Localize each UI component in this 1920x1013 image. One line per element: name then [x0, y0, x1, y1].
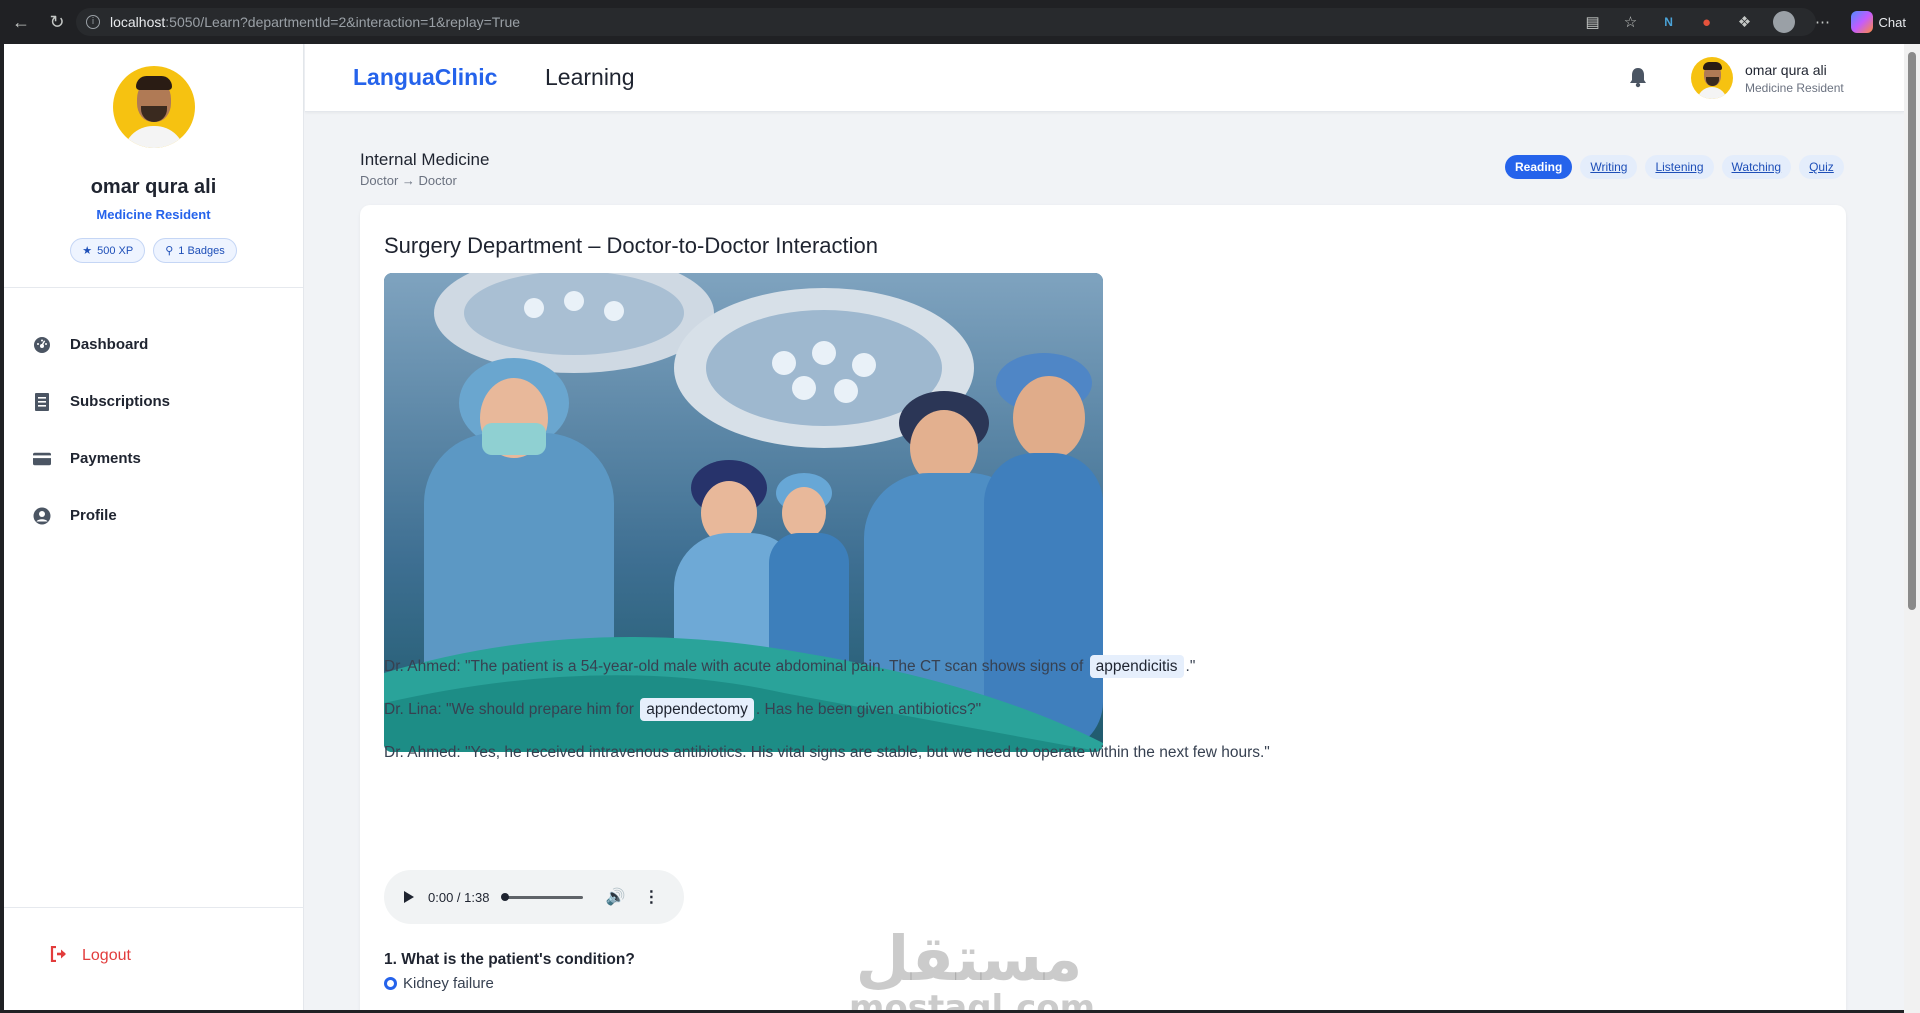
interaction-card: Surgery Department – Doctor-to-Doctor In…	[360, 205, 1846, 1010]
dialogue-line-3: Dr. Ahmed: "Yes, he received intravenous…	[384, 744, 1270, 762]
header-user-name: omar qura ali	[1745, 61, 1827, 78]
chat-label: Chat	[1878, 14, 1906, 30]
sidebar-item-profile[interactable]: Profile	[4, 487, 303, 544]
receipt-icon	[33, 392, 51, 411]
dialogue-line-1: Dr. Ahmed: "The patient is a 54-year-old…	[384, 655, 1196, 678]
url-host: localhost	[110, 14, 166, 30]
dialogue-line-2: Dr. Lina: "We should prepare him for app…	[384, 698, 982, 721]
main-content: Internal Medicine Doctor → Doctor Readin…	[305, 113, 1904, 1010]
vocab-term-appendectomy[interactable]: appendectomy	[640, 698, 754, 721]
watermark-arabic: مستقل	[855, 922, 1083, 995]
answer-option-label: Kidney failure	[403, 975, 494, 992]
sign-out-icon	[50, 945, 68, 967]
department-title: Internal Medicine	[360, 150, 490, 169]
bell-icon[interactable]	[1627, 66, 1649, 88]
url-text: localhost:5050/Learn?departmentId=2&inte…	[110, 14, 520, 30]
browser-toolbar: ← ↻ i localhost:5050/Learn?departmentId=…	[0, 0, 1920, 44]
sidebar-item-label: Dashboard	[70, 336, 149, 353]
scrollbar-thumb[interactable]	[1908, 52, 1916, 610]
tab-writing[interactable]: Writing	[1580, 155, 1638, 179]
avatar	[1691, 57, 1733, 99]
top-header: LanguaClinic Learning omar qura ali Medi…	[305, 44, 1904, 112]
page-viewport: omar qura ali Medicine Resident ★ 500 XP…	[4, 44, 1904, 1010]
header-user-role: Medicine Resident	[1745, 80, 1844, 95]
watermark: مستقل mostaql.com	[849, 922, 1096, 1011]
sidebar-user-role: Medicine Resident	[96, 207, 211, 222]
logout-label: Logout	[82, 947, 131, 964]
address-bar[interactable]: i localhost:5050/Learn?departmentId=2&in…	[76, 8, 1816, 36]
star-icon: ★	[82, 245, 93, 257]
dialogue-text: ."	[1185, 658, 1196, 675]
logout-button[interactable]: Logout	[4, 908, 304, 1004]
play-icon[interactable]	[404, 891, 414, 903]
breadcrumb: Doctor → Doctor	[360, 173, 457, 188]
chat-button[interactable]: Chat	[1850, 11, 1906, 33]
avatar	[112, 66, 195, 148]
badges-count-badge: ⚲ 1 Badges	[153, 238, 237, 263]
brand-logo[interactable]: LanguaClinic	[353, 64, 497, 91]
tab-listening[interactable]: Listening	[1645, 155, 1714, 179]
bookmark-star-icon[interactable]: ☆	[1621, 12, 1641, 32]
more-vertical-icon[interactable]: ⋮	[643, 887, 659, 907]
sidebar-item-payments[interactable]: Payments	[4, 430, 303, 487]
answer-option[interactable]: Kidney failure	[384, 975, 494, 992]
sidebar-item-label: Profile	[70, 507, 117, 524]
award-icon: ⚲	[165, 245, 174, 257]
back-icon[interactable]: ←	[6, 7, 36, 37]
sidebar: omar qura ali Medicine Resident ★ 500 XP…	[4, 44, 304, 1010]
user-circle-icon	[33, 507, 51, 525]
header-user-menu[interactable]: omar qura ali Medicine Resident	[1691, 57, 1844, 99]
dashboard-icon	[33, 336, 51, 354]
site-info-icon[interactable]: i	[86, 15, 100, 29]
badges-label: 1 Badges	[178, 244, 225, 257]
extension-dot-icon[interactable]: ●	[1697, 12, 1717, 32]
interaction-title: Surgery Department – Doctor-to-Doctor In…	[384, 233, 878, 258]
dialogue-text: Dr. Lina: "We should prepare him for	[384, 701, 634, 718]
quiz-question: 1. What is the patient's condition?	[384, 951, 635, 968]
skill-tabs: Reading Writing Listening Watching Quiz	[1505, 155, 1844, 179]
extension-n-icon[interactable]: N	[1659, 12, 1679, 32]
sidebar-menu: Dashboard Subscriptions Payments Profile	[4, 288, 303, 544]
watermark-latin: mostaql.com	[849, 988, 1096, 1010]
page-scrollbar[interactable]	[1904, 44, 1920, 1013]
xp-label: 500 XP	[97, 244, 134, 257]
reload-icon[interactable]: ↻	[42, 7, 72, 37]
sidebar-user-name: omar qura ali	[90, 176, 217, 198]
audio-seek-bar[interactable]	[501, 892, 584, 901]
dialogue-text: Dr. Ahmed: "The patient is a 54-year-old…	[384, 658, 1084, 675]
radio-button[interactable]	[384, 977, 397, 990]
tab-quiz[interactable]: Quiz	[1799, 155, 1844, 179]
tab-reading[interactable]: Reading	[1505, 155, 1573, 179]
page-title: Learning	[545, 64, 635, 90]
browser-profile-avatar[interactable]	[1772, 11, 1795, 33]
tab-watching[interactable]: Watching	[1721, 155, 1792, 179]
sidebar-item-label: Payments	[70, 450, 141, 467]
chat-logo-icon	[1850, 11, 1873, 33]
surgery-photo	[384, 273, 1103, 752]
reading-mode-icon[interactable]: ▤	[1583, 12, 1603, 32]
sidebar-item-subscriptions[interactable]: Subscriptions	[4, 373, 303, 430]
xp-badge: ★ 500 XP	[70, 238, 146, 263]
url-path: :5050/Learn?departmentId=2&interaction=1…	[165, 14, 521, 30]
more-menu-icon[interactable]: ⋯	[1813, 12, 1833, 32]
sidebar-profile: omar qura ali Medicine Resident ★ 500 XP…	[4, 44, 303, 288]
extensions-puzzle-icon[interactable]: ❖	[1735, 12, 1755, 32]
dialogue-text: Dr. Ahmed: "Yes, he received intravenous…	[384, 744, 1270, 761]
vocab-term-appendicitis[interactable]: appendicitis	[1089, 655, 1184, 678]
credit-card-icon	[33, 450, 51, 468]
audio-player[interactable]: 0:00 / 1:38 🔊 ⋮	[384, 870, 684, 924]
sidebar-item-label: Subscriptions	[70, 393, 171, 410]
audio-time: 0:00 / 1:38	[428, 889, 490, 905]
volume-icon[interactable]: 🔊	[605, 887, 625, 907]
sidebar-item-dashboard[interactable]: Dashboard	[4, 316, 303, 373]
dialogue-text: . Has he been given antibiotics?"	[755, 701, 982, 718]
